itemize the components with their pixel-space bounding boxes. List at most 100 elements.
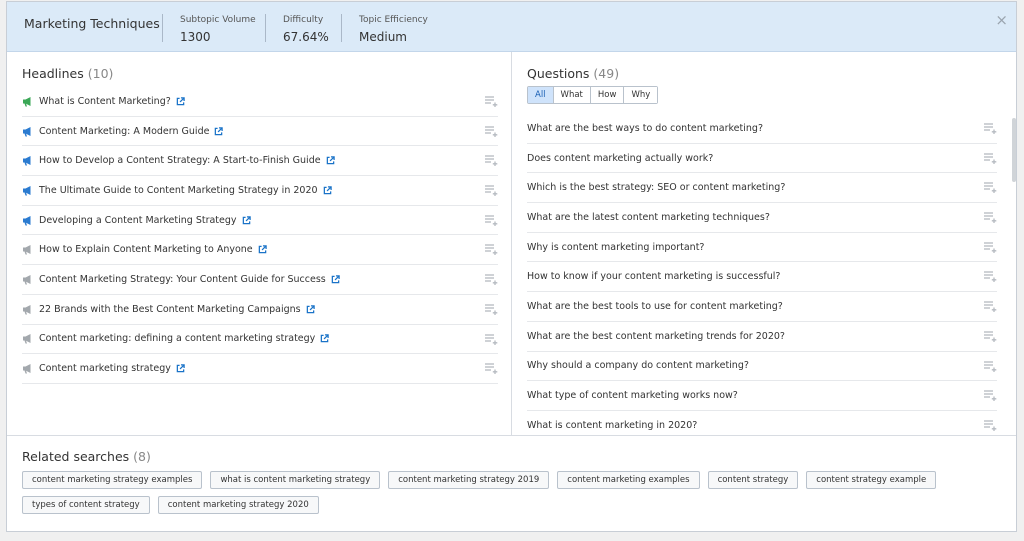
question-row: What are the latest content marketing te… [527,203,997,233]
question-text[interactable]: Why should a company do content marketin… [527,360,749,371]
add-to-list-icon[interactable] [485,244,498,256]
related-search-chip[interactable]: content marketing examples [557,471,700,489]
external-link-icon[interactable] [258,245,267,254]
headline-text[interactable]: Content Marketing Strategy: Your Content… [39,274,326,285]
add-to-list-icon[interactable] [485,96,498,107]
question-filter-group: All What How Why [527,86,659,104]
headline-text[interactable]: Content marketing strategy [39,363,171,374]
add-to-list-icon[interactable] [984,153,997,164]
headline-text[interactable]: How to Develop a Content Strategy: A Sta… [39,155,321,166]
headline-row: The Ultimate Guide to Content Marketing … [22,176,498,206]
add-to-list-icon[interactable] [984,123,997,134]
headline-row: Content marketing strategy [22,354,498,384]
external-link-icon[interactable] [331,275,340,284]
question-text[interactable]: What are the best content marketing tren… [527,331,785,342]
external-link-icon[interactable] [323,186,332,195]
add-to-list-icon[interactable] [984,331,997,342]
related-search-chip[interactable]: content marketing strategy 2020 [157,496,319,514]
related-title-label: Related searches [22,449,130,464]
questions-list: What are the best ways to do content mar… [527,114,997,435]
metric-label: Subtopic Volume [180,15,256,25]
add-to-list-icon[interactable] [984,390,997,402]
headline-text[interactable]: Content Marketing: A Modern Guide [39,126,209,137]
headline-text[interactable]: What is Content Marketing? [39,96,171,107]
add-to-list-icon[interactable] [485,155,498,167]
related-search-chip[interactable]: what is content marketing strategy [210,471,381,489]
megaphone-blue-icon [23,215,31,226]
question-row: Which is the best strategy: SEO or conte… [527,173,997,204]
related-searches-chips: content marketing strategy examples what … [22,471,992,514]
headlines-title: Headlines (10) [22,66,113,81]
questions-scrollbar[interactable] [1012,118,1016,182]
external-link-icon[interactable] [306,304,315,314]
add-to-list-icon[interactable] [485,333,498,345]
related-search-chip[interactable]: content marketing strategy 2019 [388,471,550,489]
external-link-icon[interactable] [320,334,330,343]
external-link-icon[interactable] [176,364,185,373]
headline-row: Content marketing: defining a content ma… [22,325,498,355]
related-search-chip[interactable]: types of content strategy [22,496,150,514]
question-row: Why is content marketing important? [527,233,997,263]
question-text[interactable]: What are the best ways to do content mar… [527,123,763,134]
add-to-list-icon[interactable] [485,126,498,137]
headline-text[interactable]: Developing a Content Marketing Strategy [39,215,237,226]
headline-text[interactable]: The Ultimate Guide to Content Marketing … [39,185,318,196]
question-text[interactable]: What type of content marketing works now… [527,390,738,401]
related-search-chip[interactable]: content marketing strategy examples [22,471,203,489]
question-text[interactable]: Which is the best strategy: SEO or conte… [527,182,785,193]
add-to-list-icon[interactable] [984,182,997,194]
megaphone-gray-icon [23,304,31,315]
question-row: What are the best ways to do content mar… [527,114,997,144]
filter-what-button[interactable]: What [553,87,591,103]
headline-row: Content Marketing: A Modern Guide [22,117,498,147]
add-to-list-icon[interactable] [485,215,498,226]
question-text[interactable]: What are the best tools to use for conte… [527,301,783,312]
question-row: What are the best tools to use for conte… [527,292,997,322]
filter-all-button[interactable]: All [528,87,554,103]
headline-text[interactable]: How to Explain Content Marketing to Anyo… [39,244,253,255]
external-link-icon[interactable] [242,215,251,225]
question-text[interactable]: Why is content marketing important? [527,242,704,253]
external-link-icon[interactable] [176,97,185,106]
add-to-list-icon[interactable] [485,274,498,286]
add-to-list-icon[interactable] [984,301,997,313]
megaphone-gray-icon [23,245,31,255]
header-divider [162,14,163,42]
related-search-chip[interactable]: content strategy example [806,471,937,489]
headline-text[interactable]: Content marketing: defining a content ma… [39,333,315,344]
add-to-list-icon[interactable] [984,242,997,253]
add-to-list-icon[interactable] [485,304,498,315]
question-text[interactable]: Does content marketing actually work? [527,153,713,164]
headline-row: 22 Brands with the Best Content Marketin… [22,295,498,325]
metric-difficulty: Difficulty 67.64% [283,15,329,44]
header-divider [265,14,266,42]
external-link-icon[interactable] [214,126,224,136]
question-row: What are the best content marketing tren… [527,322,997,352]
filter-why-button[interactable]: Why [624,87,658,103]
related-searches-panel: Related searches (8) content marketing s… [7,435,1016,531]
filter-how-button[interactable]: How [590,87,625,103]
topic-card: Marketing Techniques Subtopic Volume 130… [6,1,1017,532]
question-text[interactable]: What are the latest content marketing te… [527,212,770,223]
megaphone-gray-icon [23,364,31,374]
add-to-list-icon[interactable] [984,360,997,372]
add-to-list-icon[interactable] [485,363,498,375]
close-icon[interactable]: × [995,11,1008,29]
related-search-chip[interactable]: content strategy [707,471,799,489]
header-divider [341,14,342,42]
megaphone-blue-icon [23,185,31,196]
metric-value: 67.64% [283,30,329,44]
topic-title: Marketing Techniques [24,16,160,31]
add-to-list-icon[interactable] [485,185,498,197]
add-to-list-icon[interactable] [984,212,997,224]
question-row: Does content marketing actually work? [527,144,997,174]
external-link-icon[interactable] [326,156,335,165]
question-row: What is content marketing in 2020? [527,411,997,435]
add-to-list-icon[interactable] [984,271,997,283]
add-to-list-icon[interactable] [984,420,997,431]
headline-text[interactable]: 22 Brands with the Best Content Marketin… [39,304,301,315]
metric-subtopic-volume: Subtopic Volume 1300 [180,15,256,44]
question-text[interactable]: What is content marketing in 2020? [527,420,697,431]
megaphone-gray-icon [23,334,31,344]
question-text[interactable]: How to know if your content marketing is… [527,271,780,282]
